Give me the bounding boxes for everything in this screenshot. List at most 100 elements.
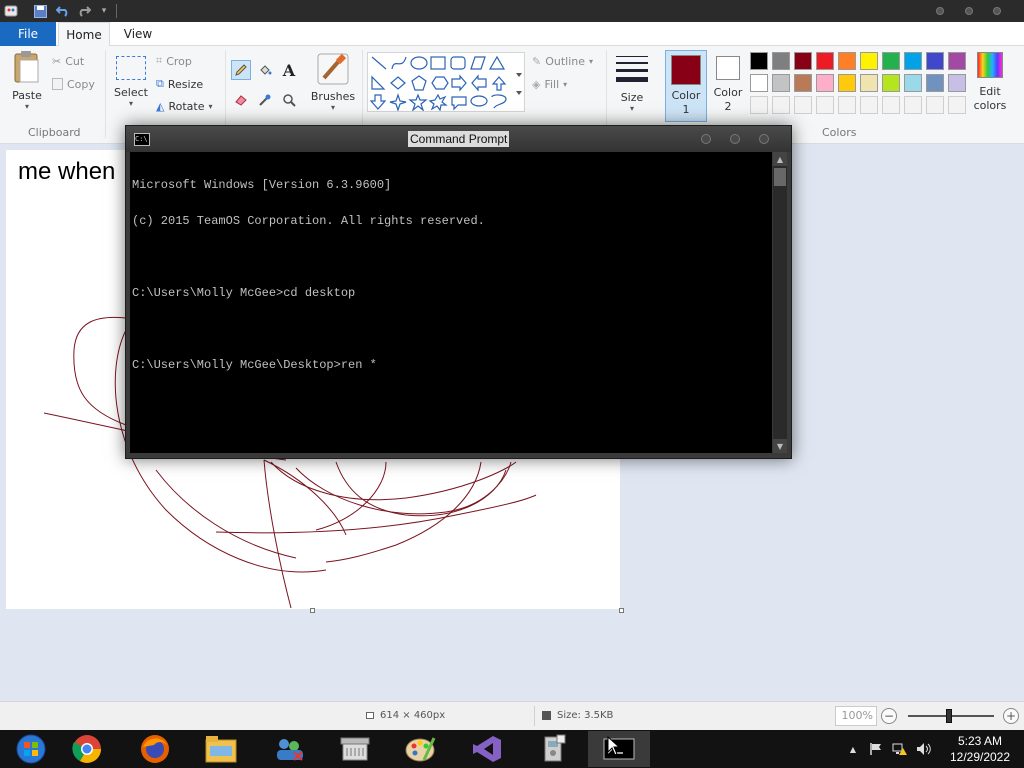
palette-swatch-empty[interactable]: [904, 96, 922, 114]
tray-overflow-icon[interactable]: ▲: [845, 741, 861, 757]
tab-view[interactable]: View: [114, 22, 162, 46]
select-label: Select: [114, 86, 148, 99]
taskbar-setup-app[interactable]: [522, 731, 584, 767]
palette-swatch[interactable]: [816, 74, 834, 92]
palette-swatch[interactable]: [750, 74, 768, 92]
size-button[interactable]: Size ▾: [612, 54, 652, 113]
shapes-gallery: [367, 52, 525, 112]
palette-swatch[interactable]: [948, 74, 966, 92]
palette-swatch[interactable]: [772, 74, 790, 92]
edit-colors-button[interactable]: Edit colors: [968, 52, 1012, 113]
size-value: Size: 3.5KB: [557, 710, 614, 721]
scroll-thumb[interactable]: [774, 168, 786, 186]
tab-file[interactable]: File: [0, 22, 56, 46]
palette-swatch[interactable]: [794, 52, 812, 70]
palette-swatch[interactable]: [948, 52, 966, 70]
tab-home[interactable]: Home: [58, 22, 110, 47]
resize-handle-bottom[interactable]: [310, 608, 315, 613]
palette-swatch[interactable]: [904, 74, 922, 92]
resize-handle-corner[interactable]: [619, 608, 624, 613]
network-icon[interactable]: [892, 741, 908, 757]
resize-button[interactable]: ⧉ Resize: [156, 75, 203, 93]
palette-swatch-empty[interactable]: [750, 96, 768, 114]
color1-button[interactable]: Color 1: [665, 50, 707, 122]
palette-swatch[interactable]: [860, 74, 878, 92]
select-dropdown-icon[interactable]: ▾: [129, 99, 133, 108]
fill-button[interactable]: ◈ Fill ▾: [532, 75, 567, 93]
close-button[interactable]: [993, 7, 1001, 15]
cmd-maximize-button[interactable]: [730, 134, 740, 144]
taskbar-network-app[interactable]: [258, 731, 320, 767]
palette-swatch-empty[interactable]: [794, 96, 812, 114]
cmd-title-bar[interactable]: C:\ Command Prompt: [126, 126, 791, 152]
crop-label: Crop: [166, 54, 192, 68]
palette-swatch-empty[interactable]: [882, 96, 900, 114]
palette-swatch[interactable]: [860, 52, 878, 70]
select-button[interactable]: Select ▾: [112, 56, 150, 108]
color2-button[interactable]: Color 2: [708, 50, 748, 114]
palette-swatch[interactable]: [882, 52, 900, 70]
palette-swatch[interactable]: [794, 74, 812, 92]
taskbar-visual-studio[interactable]: [456, 731, 518, 767]
palette-swatch[interactable]: [838, 74, 856, 92]
palette-swatch[interactable]: [926, 74, 944, 92]
palette-swatch[interactable]: [926, 52, 944, 70]
customize-qat-icon[interactable]: ▾: [96, 3, 112, 19]
palette-swatch-empty[interactable]: [816, 96, 834, 114]
maximize-button[interactable]: [965, 7, 973, 15]
taskbar-firefox[interactable]: [124, 731, 186, 767]
taskbar-archive-app[interactable]: [324, 731, 386, 767]
cmd-console-output[interactable]: Microsoft Windows [Version 6.3.9600] (c)…: [130, 152, 772, 453]
taskbar-chrome[interactable]: [56, 731, 118, 767]
cmd-scrollbar[interactable]: ▲ ▼: [773, 152, 787, 453]
paint-app-icon[interactable]: [4, 3, 20, 19]
cmd-line: [132, 251, 770, 263]
taskbar-file-explorer[interactable]: [190, 731, 252, 767]
brush-icon: [317, 53, 349, 85]
paste-button[interactable]: Paste ▾: [8, 50, 46, 111]
redo-icon[interactable]: [76, 3, 92, 19]
palette-swatch[interactable]: [882, 74, 900, 92]
eraser-icon[interactable]: [231, 90, 251, 110]
action-center-flag-icon[interactable]: [868, 741, 884, 757]
minimize-button[interactable]: [936, 7, 944, 15]
size-dropdown-icon: ▾: [629, 104, 634, 113]
palette-swatch-empty[interactable]: [948, 96, 966, 114]
palette-swatch-empty[interactable]: [926, 96, 944, 114]
taskbar-clock[interactable]: 5:23 AM 12/29/2022: [940, 733, 1020, 765]
palette-swatch[interactable]: [750, 52, 768, 70]
outline-button[interactable]: ✎ Outline ▾: [532, 52, 593, 70]
brushes-button[interactable]: Brushes ▾: [310, 52, 356, 112]
magnifier-icon[interactable]: [279, 90, 299, 110]
scroll-down-icon[interactable]: ▼: [773, 439, 787, 453]
palette-swatch-empty[interactable]: [772, 96, 790, 114]
taskbar-paint[interactable]: [390, 731, 452, 767]
palette-swatch[interactable]: [904, 52, 922, 70]
palette-swatch-empty[interactable]: [838, 96, 856, 114]
cut-button[interactable]: ✂ Cut: [52, 52, 84, 70]
cmd-close-button[interactable]: [759, 134, 769, 144]
pencil-tool-icon[interactable]: [231, 60, 251, 80]
start-button[interactable]: [0, 731, 62, 767]
fill-bucket-icon[interactable]: [255, 60, 275, 80]
color-picker-icon[interactable]: [255, 90, 275, 110]
text-tool-icon[interactable]: A: [279, 60, 299, 80]
palette-swatch[interactable]: [816, 52, 834, 70]
cmd-minimize-button[interactable]: [701, 134, 711, 144]
crop-button[interactable]: ⌗ Crop: [156, 52, 192, 70]
palette-swatch-empty[interactable]: [860, 96, 878, 114]
palette-swatch[interactable]: [772, 52, 790, 70]
copy-button[interactable]: Copy: [52, 75, 95, 93]
palette-swatch[interactable]: [838, 52, 856, 70]
zoom-in-button[interactable]: +: [1003, 708, 1019, 724]
undo-icon[interactable]: [55, 3, 71, 19]
dimensions-value: 614 × 460px: [380, 710, 446, 721]
zoom-slider-thumb[interactable]: [946, 709, 952, 723]
paste-dropdown-icon[interactable]: ▾: [25, 102, 29, 111]
canvas-dimensions: 614 × 460px: [366, 710, 445, 721]
rotate-button[interactable]: ◭ Rotate ▾: [156, 97, 213, 115]
scroll-up-icon[interactable]: ▲: [773, 152, 787, 166]
zoom-out-button[interactable]: −: [881, 708, 897, 724]
save-icon[interactable]: [32, 3, 48, 19]
volume-icon[interactable]: [916, 741, 932, 757]
